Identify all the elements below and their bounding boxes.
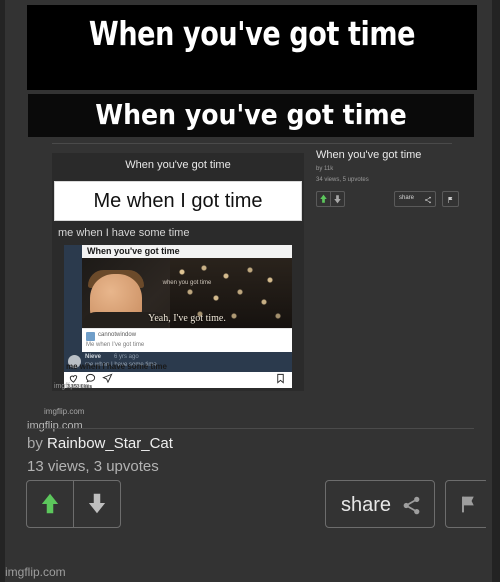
level2-top-caption-text: When you've got time — [125, 159, 231, 171]
level3-header-text: When you've got time — [87, 246, 180, 256]
level1-vote-group — [316, 191, 345, 207]
nested-meme-image-level1: When you've got time When you've got tim… — [28, 94, 474, 419]
footer-divider — [28, 428, 474, 429]
level1-divider — [52, 143, 452, 144]
flag-button[interactable] — [445, 480, 486, 528]
level1-share-button[interactable]: share — [394, 191, 436, 207]
level1-downvote-button[interactable] — [330, 192, 344, 206]
level1-meta-panel: When you've got time by 11k 34 views, 5 … — [316, 149, 464, 207]
level2-watermark: imgflip.com — [54, 383, 90, 390]
downvote-button[interactable] — [73, 481, 120, 527]
level1-upvote-button[interactable] — [317, 192, 330, 206]
page-watermark-top: imgflip.com — [27, 420, 83, 432]
level1-caption-banner: When you've got time — [28, 94, 474, 137]
page-watermark-bottom: imgflip.com — [5, 565, 66, 579]
comment-text: Me when I've got time — [86, 342, 145, 348]
vote-group — [26, 480, 121, 528]
photo-top-text: when you got time — [162, 280, 212, 286]
flag-icon — [462, 496, 474, 513]
reblog-username: Nieve — [85, 354, 102, 360]
share-nodes-icon — [403, 496, 420, 515]
screenshot-region: When you've got time When you've got tim… — [14, 90, 486, 582]
level2-white-caption-text: Me when I got time — [93, 190, 263, 212]
level1-byline: by 11k — [316, 166, 334, 172]
level1-stats: 34 views, 5 upvotes — [316, 177, 369, 183]
level3-header-bar: When you've got time — [82, 245, 292, 258]
reblog-timestamp: 6 yrs ago — [114, 354, 139, 360]
top-caption-text: When you've got time — [88, 14, 416, 53]
level1-caption-text: When you've got time — [95, 98, 407, 131]
incredibles-photo: when you got time Yeah, I've got time. — [82, 258, 292, 328]
level1-share-label: share — [399, 195, 415, 201]
level2-sub-caption: me when I have some time — [58, 227, 190, 239]
level1-action-buttons: share — [316, 191, 464, 207]
photo-subtitle: Yeah, I've got time. — [148, 313, 226, 324]
bookmark-icon[interactable] — [275, 373, 286, 384]
upvote-button[interactable] — [27, 481, 73, 527]
level2-white-caption-bar: Me when I got time — [54, 181, 302, 221]
share-button[interactable]: share — [325, 480, 435, 528]
paper-plane-icon[interactable] — [102, 373, 113, 384]
post-stats: 13 views, 3 upvotes — [27, 458, 159, 475]
top-caption-banner: When you've got time — [27, 5, 477, 90]
level2-top-caption: When you've got time — [52, 153, 304, 181]
share-label: share — [341, 494, 392, 516]
level1-flag-button[interactable] — [442, 191, 459, 207]
byline: by Rainbow_Star_Cat — [27, 435, 173, 452]
frame-right-edge — [492, 0, 500, 582]
comment-avatar — [86, 332, 95, 341]
comment-username: cannotwindow — [98, 332, 137, 338]
instagram-caption: me when I have some time — [66, 362, 167, 371]
instagram-action-bar: me when I have some time 3,153 likes — [64, 362, 292, 390]
byline-prefix: by — [27, 435, 43, 452]
level1-watermark: imgflip.com — [44, 407, 85, 416]
imgflip-meme-page: When you've got time When you've got tim… — [0, 0, 500, 582]
level1-post-title: When you've got time — [316, 149, 422, 161]
level1-page-body: When you've got time Me when I got time … — [28, 137, 474, 419]
nested-meme-image-level2: When you've got time Me when I got time … — [52, 153, 304, 391]
author-link[interactable]: Rainbow_Star_Cat — [47, 435, 173, 452]
level3-comment-row: cannotwindow Me when I've got time — [82, 328, 292, 353]
